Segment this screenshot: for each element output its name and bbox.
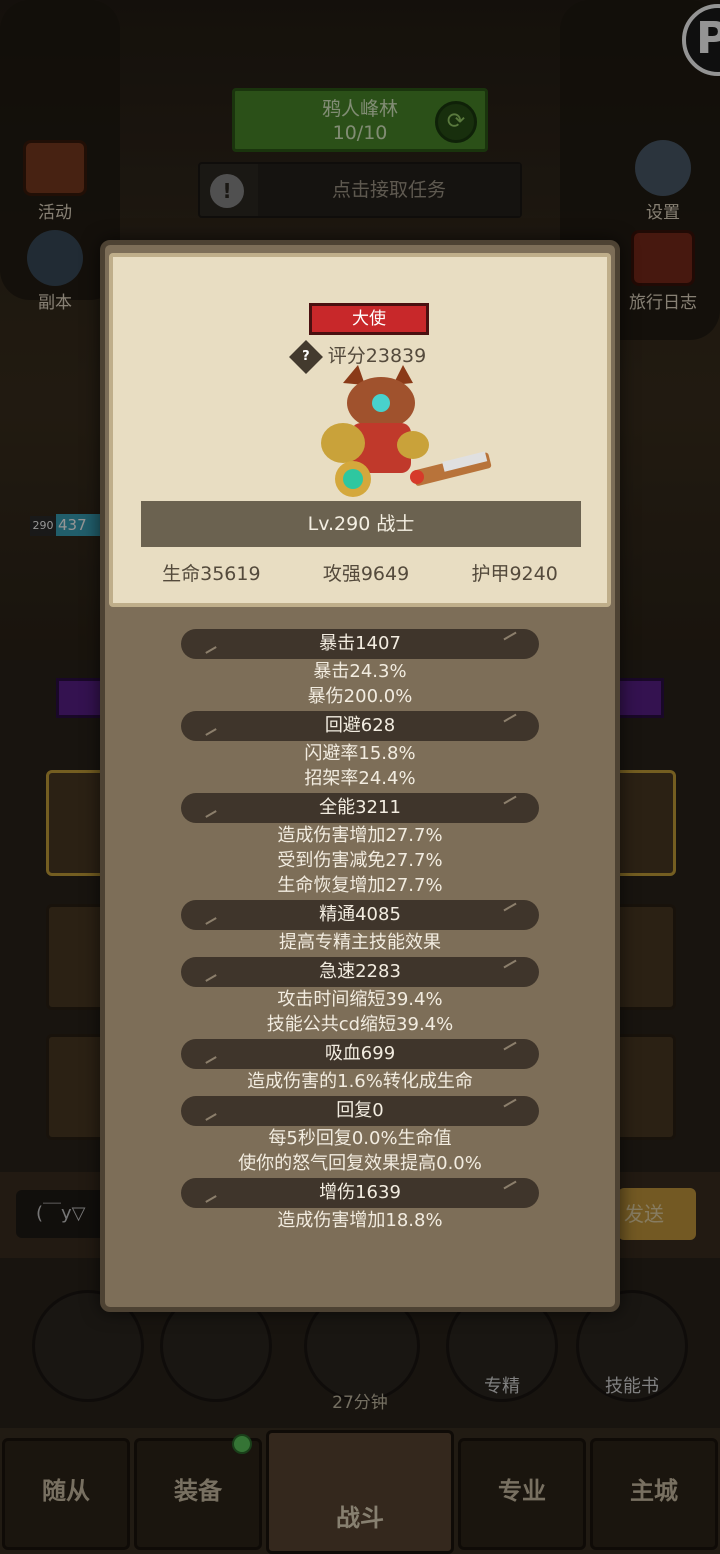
stat-group-header: 回避628: [181, 711, 539, 741]
stat-list: 暴击1407 暴击24.3% 暴伤200.0% 回避628 闪避率15.8% 招架率24.…: [105, 629, 615, 1235]
dungeon-portal-icon: [27, 230, 83, 286]
stat-detail-line: 暴击24.3%: [313, 661, 407, 682]
task-bar[interactable]: ! 点击接取任务: [198, 162, 522, 218]
tab-equipment[interactable]: 装备: [134, 1438, 262, 1550]
stat-group: 精通4085 提高专精主技能效果: [105, 900, 615, 955]
stat-group: 回避628 闪避率15.8% 招架率24.4%: [105, 711, 615, 791]
activity-button[interactable]: 活动: [12, 140, 98, 223]
portrait-panel: 大使 ? 评分23839 Lv.290 战士 生命35619 攻强9649 护甲9…: [109, 253, 611, 607]
tab-main-city[interactable]: 主城: [590, 1438, 718, 1550]
stat-detail-line: 造成伤害增加27.7%: [277, 825, 443, 846]
send-button[interactable]: 发送: [618, 1188, 696, 1240]
stat-detail-line: 招架率24.4%: [304, 768, 416, 789]
stat-detail-line: 使你的怒气回复效果提高0.0%: [238, 1153, 482, 1174]
stat-detail-line: 技能公共cd缩短39.4%: [266, 1014, 454, 1035]
dungeon-button[interactable]: 副本: [12, 230, 98, 313]
stat-group-header: 吸血699: [181, 1039, 539, 1069]
stat-group: 急速2283 攻击时间缩短39.4% 技能公共cd缩短39.4%: [105, 957, 615, 1037]
stat-group: 增伤1639 造成伤害增加18.8%: [105, 1178, 615, 1233]
tab-profession[interactable]: 专业: [458, 1438, 586, 1550]
stat-detail-line: 暴伤200.0%: [307, 686, 413, 707]
settings-label: 设置: [646, 203, 680, 223]
stat-detail-line: 造成伤害增加18.8%: [277, 1210, 443, 1231]
stat-group-header: 急速2283: [181, 957, 539, 987]
zone-progress-box[interactable]: 鸦人峰林 10/10 ⟳: [232, 88, 488, 152]
gear-icon: [635, 140, 691, 196]
specialization-label: 专精: [484, 1376, 520, 1397]
activity-label: 活动: [38, 203, 72, 223]
level-class-banner: Lv.290 战士: [141, 501, 581, 547]
stat-group-header: 全能3211: [181, 793, 539, 823]
stat-detail-line: 受到伤害减免27.7%: [277, 850, 443, 871]
travel-log-book-icon: [631, 230, 695, 286]
tab-followers[interactable]: 随从: [2, 1438, 130, 1550]
dungeon-label: 副本: [38, 293, 72, 313]
stat-detail-line: 提高专精主技能效果: [279, 932, 441, 953]
settings-button[interactable]: 设置: [620, 140, 706, 223]
hero-level-chip: 290: [30, 516, 56, 536]
armor-stat: 护甲9240: [471, 563, 558, 585]
stat-group-header: 回复0: [181, 1096, 539, 1126]
stat-group: 吸血699 造成伤害的1.6%转化成生命: [105, 1039, 615, 1094]
stat-group-header: 精通4085: [181, 900, 539, 930]
task-label: 点击接取任务: [258, 164, 520, 216]
stat-group: 暴击1407 暴击24.3% 暴伤200.0%: [105, 629, 615, 709]
title-badge: 大使: [309, 303, 429, 335]
tab-battle[interactable]: 战斗: [266, 1430, 454, 1554]
alert-icon: !: [210, 174, 244, 208]
refresh-icon[interactable]: ⟳: [435, 101, 477, 143]
stat-group: 回复0 每5秒回复0.0%生命值使你的怒气回复效果提高0.0%: [105, 1096, 615, 1176]
stat-detail-line: 造成伤害的1.6%转化成生命: [247, 1071, 473, 1092]
activity-board-icon: [23, 140, 87, 196]
notification-badge: [232, 1434, 252, 1454]
base-stats: 生命35619 攻强9649 护甲9240: [113, 559, 607, 586]
chat-input[interactable]: (￣y▽: [16, 1190, 106, 1238]
warrior-hero-portrait: [321, 365, 492, 497]
stat-detail-line: 每5秒回复0.0%生命值: [268, 1128, 452, 1149]
character-stats-modal: 大使 ? 评分23839 Lv.290 战士 生命35619 攻强9649 护甲9…: [100, 240, 620, 1312]
stat-detail-line: 闪避率15.8%: [304, 743, 416, 764]
travel-log-label: 旅行日志: [629, 293, 697, 313]
stat-detail-line: 攻击时间缩短39.4%: [277, 989, 443, 1010]
stat-group-header: 暴击1407: [181, 629, 539, 659]
chest-timer: 27分钟: [332, 1393, 388, 1413]
stat-group: 全能3211 造成伤害增加27.7% 受到伤害减免27.7% 生命恢复增加27.7%: [105, 793, 615, 898]
score-value: 评分23839: [327, 345, 427, 367]
skill-book-label: 技能书: [605, 1376, 659, 1397]
travel-log-button[interactable]: 旅行日志: [620, 230, 706, 313]
stat-group-header: 增伤1639: [181, 1178, 539, 1208]
attack-power-stat: 攻强9649: [322, 563, 410, 585]
health-stat: 生命35619: [162, 563, 261, 585]
hero-hp-chip: 437: [56, 514, 102, 536]
stat-detail-line: 生命恢复增加27.7%: [277, 875, 443, 896]
